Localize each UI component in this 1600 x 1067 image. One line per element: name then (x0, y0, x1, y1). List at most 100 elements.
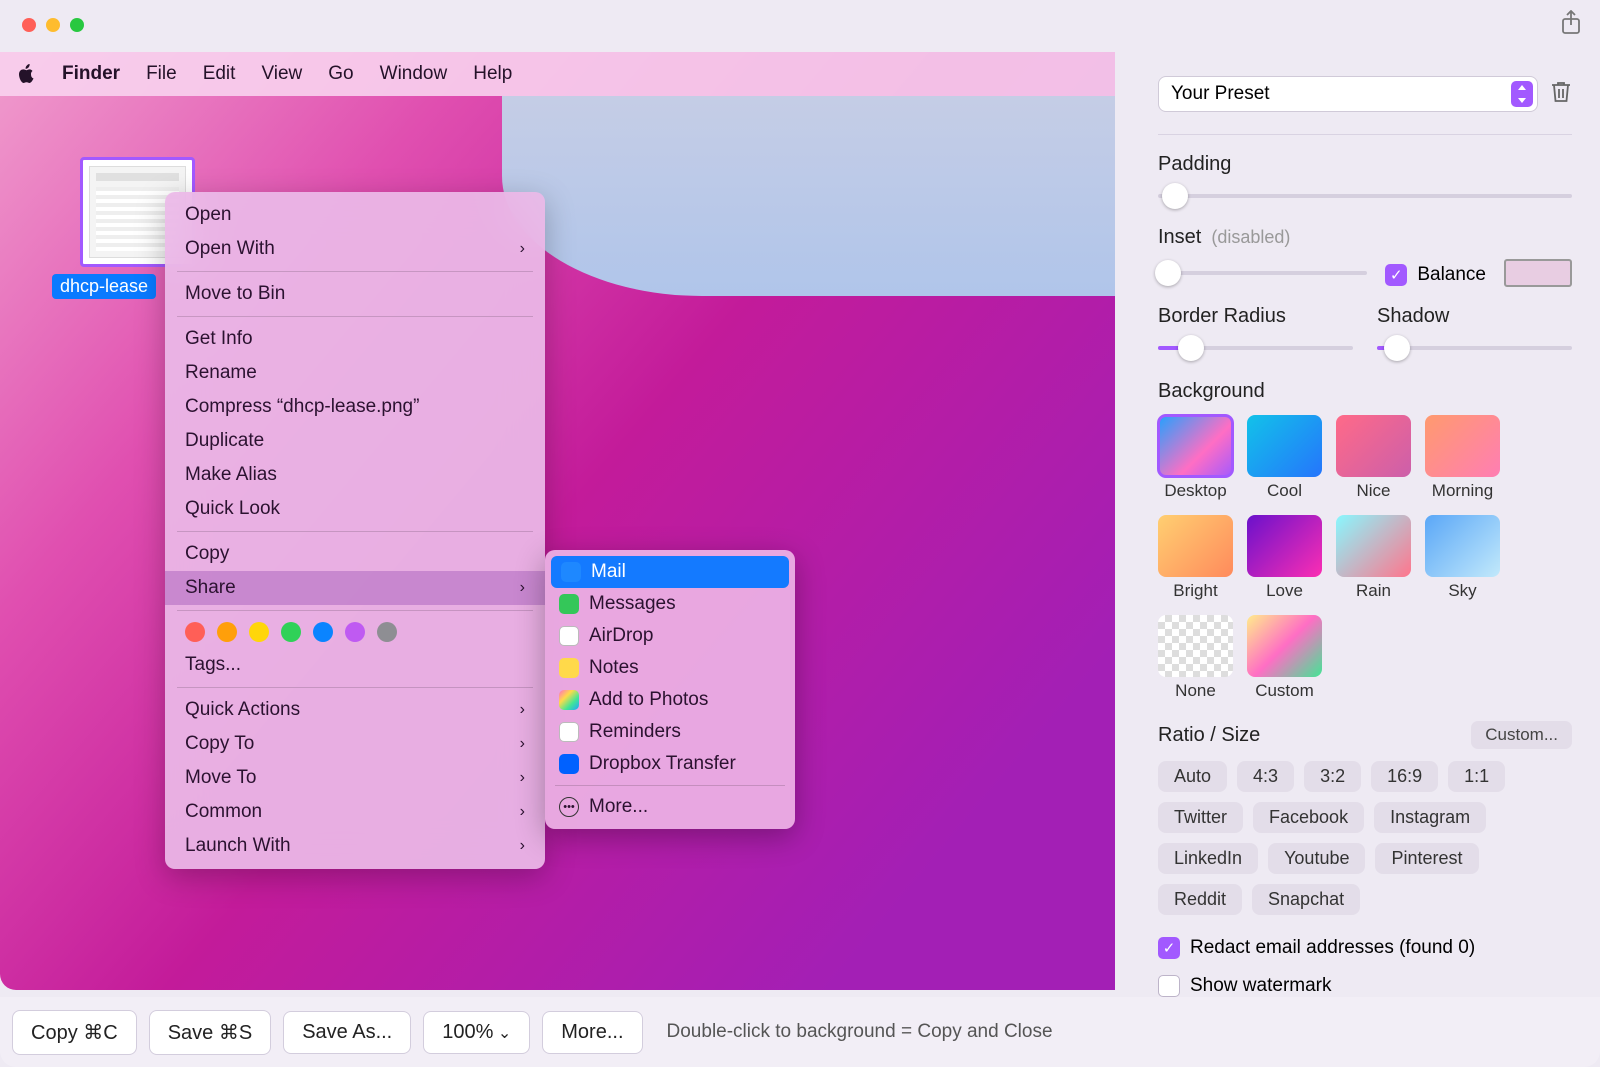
more-button[interactable]: More... (542, 1011, 642, 1054)
ctx-rename[interactable]: Rename (165, 356, 545, 390)
tag-color[interactable] (281, 622, 301, 642)
preset-select[interactable]: Your Preset (1158, 76, 1538, 112)
shadow-slider[interactable] (1377, 338, 1572, 358)
ctx-copy[interactable]: Copy (165, 537, 545, 571)
watermark-label: Show watermark (1190, 975, 1332, 997)
background-name: Nice (1336, 481, 1411, 501)
ratio-pill[interactable]: LinkedIn (1158, 843, 1258, 874)
desktop-file-label[interactable]: dhcp-lease (52, 274, 156, 299)
settings-panel: Your Preset Padding Inset(disabled) ✓ Ba… (1130, 52, 1600, 997)
background-option[interactable]: Custom (1247, 615, 1322, 701)
ctx-tag-colors (165, 616, 545, 648)
background-name: Custom (1247, 681, 1322, 701)
ratio-pill[interactable]: 4:3 (1237, 761, 1294, 792)
tag-color[interactable] (313, 622, 333, 642)
share-item[interactable]: Add to Photos (545, 684, 795, 716)
menu-edit[interactable]: Edit (203, 63, 236, 85)
ctx-duplicate[interactable]: Duplicate (165, 424, 545, 458)
background-option[interactable]: None (1158, 615, 1233, 701)
share-item[interactable]: Notes (545, 652, 795, 684)
menu-go[interactable]: Go (328, 63, 353, 85)
padding-slider[interactable] (1158, 186, 1572, 206)
copy-button[interactable]: Copy ⌘C (12, 1010, 137, 1055)
share-more[interactable]: •••More... (545, 791, 795, 823)
stepper-icon (1511, 81, 1533, 107)
balance-label: Balance (1417, 264, 1486, 286)
share-item[interactable]: Dropbox Transfer (545, 748, 795, 780)
share-item[interactable]: Reminders (545, 716, 795, 748)
share-icon[interactable] (1560, 10, 1582, 41)
ctx-make-alias[interactable]: Make Alias (165, 458, 545, 492)
background-option[interactable]: Morning (1425, 415, 1500, 501)
border-radius-slider[interactable] (1158, 338, 1353, 358)
ratio-pill[interactable]: Twitter (1158, 802, 1243, 833)
ctx-quick-look[interactable]: Quick Look (165, 492, 545, 526)
background-option[interactable]: Sky (1425, 515, 1500, 601)
ratio-pill[interactable]: Auto (1158, 761, 1227, 792)
close-window[interactable] (22, 18, 36, 32)
trash-icon[interactable] (1550, 80, 1572, 109)
tag-color[interactable] (185, 622, 205, 642)
background-option[interactable]: Love (1247, 515, 1322, 601)
ratio-pill[interactable]: Reddit (1158, 884, 1242, 915)
share-item[interactable]: Mail (551, 556, 789, 588)
zoom-dropdown[interactable]: 100% (423, 1011, 530, 1054)
inset-slider[interactable] (1158, 263, 1367, 283)
tag-color[interactable] (377, 622, 397, 642)
ratio-pill[interactable]: Youtube (1268, 843, 1365, 874)
save-button[interactable]: Save ⌘S (149, 1010, 271, 1055)
background-option[interactable]: Bright (1158, 515, 1233, 601)
menu-view[interactable]: View (261, 63, 302, 85)
menu-help[interactable]: Help (473, 63, 512, 85)
tag-color[interactable] (345, 622, 365, 642)
bottom-toolbar: Copy ⌘C Save ⌘S Save As... 100% More... … (0, 997, 1600, 1067)
ratio-pill[interactable]: Pinterest (1375, 843, 1478, 874)
share-item-label: Mail (591, 561, 626, 583)
menu-window[interactable]: Window (380, 63, 448, 85)
tag-color[interactable] (217, 622, 237, 642)
ratio-custom-button[interactable]: Custom... (1471, 721, 1572, 749)
zoom-window[interactable] (70, 18, 84, 32)
ctx-move-to-bin[interactable]: Move to Bin (165, 277, 545, 311)
minimize-window[interactable] (46, 18, 60, 32)
ratio-pill[interactable]: Instagram (1374, 802, 1486, 833)
background-option[interactable]: Cool (1247, 415, 1322, 501)
background-name: None (1158, 681, 1233, 701)
ratio-pill[interactable]: 16:9 (1371, 761, 1438, 792)
background-option[interactable]: Rain (1336, 515, 1411, 601)
inset-color-swatch[interactable] (1504, 259, 1572, 287)
save-as-button[interactable]: Save As... (283, 1011, 411, 1054)
more-icon: ••• (559, 797, 579, 817)
watermark-checkbox[interactable] (1158, 975, 1180, 997)
share-submenu: Mail MessagesAirDropNotes Add to Photos Rem… (545, 550, 795, 829)
tag-color[interactable] (249, 622, 269, 642)
menubar-app-name[interactable]: Finder (62, 63, 120, 85)
ratio-pill[interactable]: 1:1 (1448, 761, 1505, 792)
menu-file[interactable]: File (146, 63, 177, 85)
share-item[interactable]: AirDrop (545, 620, 795, 652)
ratio-pill[interactable]: Snapchat (1252, 884, 1360, 915)
ctx-compress[interactable]: Compress “dhcp-lease.png” (165, 390, 545, 424)
background-option[interactable]: Desktop (1158, 415, 1233, 501)
share-item-label: Add to Photos (589, 689, 708, 711)
share-item[interactable]: Messages (545, 588, 795, 620)
ctx-common[interactable]: Common› (165, 795, 545, 829)
hint-text: Double-click to background = Copy and Cl… (667, 1021, 1053, 1043)
preview-canvas[interactable]: Finder File Edit View Go Window Help dhc… (0, 52, 1115, 990)
ratio-pill[interactable]: Facebook (1253, 802, 1364, 833)
ctx-copy-to[interactable]: Copy To› (165, 727, 545, 761)
window-controls (22, 18, 84, 32)
ctx-launch-with[interactable]: Launch With› (165, 829, 545, 863)
balance-checkbox[interactable]: ✓ (1385, 264, 1407, 286)
ctx-open-with[interactable]: Open With› (165, 232, 545, 266)
ctx-open[interactable]: Open (165, 198, 545, 232)
ratio-pill[interactable]: 3:2 (1304, 761, 1361, 792)
ctx-move-to[interactable]: Move To› (165, 761, 545, 795)
redact-checkbox[interactable]: ✓ (1158, 937, 1180, 959)
ctx-get-info[interactable]: Get Info (165, 322, 545, 356)
ctx-tags[interactable]: Tags... (165, 648, 545, 682)
background-name: Sky (1425, 581, 1500, 601)
ctx-quick-actions[interactable]: Quick Actions› (165, 693, 545, 727)
ctx-share[interactable]: Share› (165, 571, 545, 605)
background-option[interactable]: Nice (1336, 415, 1411, 501)
